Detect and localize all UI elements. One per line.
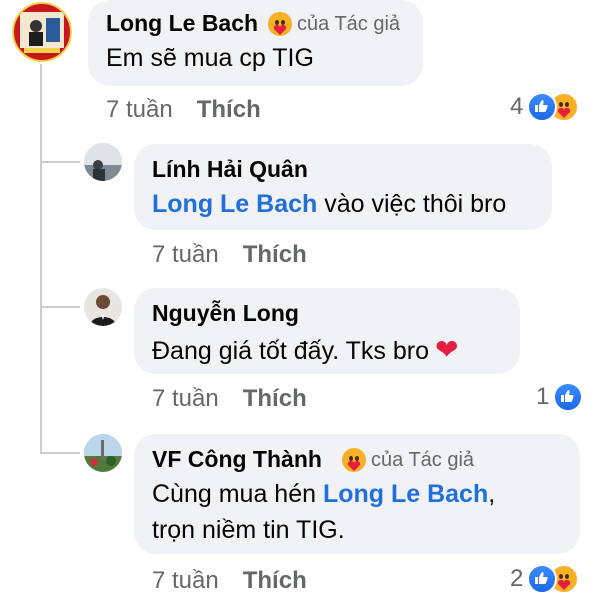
comment-text: Đang giá tốt đấy. Tks bro ❤ (152, 333, 458, 368)
author-badge-label: của Tác giả (297, 12, 401, 35)
heart-emoji-icon: ❤ (435, 334, 459, 365)
like-button[interactable]: Thích (197, 96, 261, 123)
like-button[interactable]: Thích (243, 567, 307, 594)
thread-line-branch (40, 306, 80, 308)
care-icon (268, 12, 292, 36)
mention-link[interactable]: Long Le Bach (152, 190, 317, 218)
comment-text-body: vào việc thôi bro (317, 190, 507, 218)
comment-text-line2: trọn niềm tin TIG. (152, 516, 345, 544)
comment-text: Long Le Bach vào việc thôi bro (152, 188, 506, 221)
comment-meta: 7 tuần Thích (152, 567, 307, 595)
comment-meta: 7 tuần Thích (106, 96, 261, 124)
comment-author-name[interactable]: Lính Hải Quân (152, 156, 308, 183)
comment-timestamp[interactable]: 7 tuần (152, 385, 219, 412)
care-icon (342, 448, 366, 472)
like-icon (553, 382, 584, 412)
reaction-summary[interactable]: 1 (536, 382, 584, 412)
comment-meta: 7 tuần Thích (152, 241, 307, 269)
profile-photo-icon (90, 295, 116, 326)
thread-line-vertical (40, 64, 42, 454)
reaction-count: 1 (536, 383, 550, 410)
profile-photo-icon (84, 143, 122, 181)
author-badge: của Tác giả (342, 448, 474, 472)
reaction-summary[interactable]: 2 (510, 564, 580, 594)
profile-photo-icon (20, 12, 64, 53)
profile-photo-icon (84, 434, 122, 472)
avatar[interactable] (84, 288, 122, 326)
reaction-count: 4 (510, 93, 524, 120)
avatar[interactable] (84, 434, 122, 472)
comment-author-name[interactable]: Long Le Bach (106, 10, 258, 37)
comment-text: Cùng mua hén Long Le Bach, (152, 478, 495, 511)
comment-text-body: Đang giá tốt đấy. Tks bro (152, 337, 430, 365)
comment-text-body: Cùng mua hén (152, 480, 323, 508)
thread-line-branch (40, 452, 80, 454)
author-badge: của Tác giả (268, 12, 400, 36)
reaction-count: 2 (510, 565, 524, 592)
reaction-summary[interactable]: 4 (510, 92, 580, 122)
avatar[interactable] (12, 2, 72, 62)
mention-link[interactable]: Long Le Bach (323, 480, 488, 508)
comment-text: Em sẽ mua cp TIG (106, 44, 314, 72)
comment-timestamp[interactable]: 7 tuần (106, 96, 173, 123)
like-button[interactable]: Thích (243, 385, 307, 412)
comment-text-body: , (488, 480, 496, 508)
comment-author-name[interactable]: VF Công Thành (152, 446, 322, 473)
like-button[interactable]: Thích (243, 241, 307, 268)
comment-author-name[interactable]: Nguyễn Long (152, 300, 299, 327)
thread-line-branch (40, 161, 80, 163)
author-badge-label: của Tác giả (371, 448, 475, 471)
avatar[interactable] (84, 143, 122, 181)
comment-timestamp[interactable]: 7 tuần (152, 241, 219, 268)
comment-timestamp[interactable]: 7 tuần (152, 567, 219, 594)
comment-meta: 7 tuần Thích (152, 385, 307, 413)
